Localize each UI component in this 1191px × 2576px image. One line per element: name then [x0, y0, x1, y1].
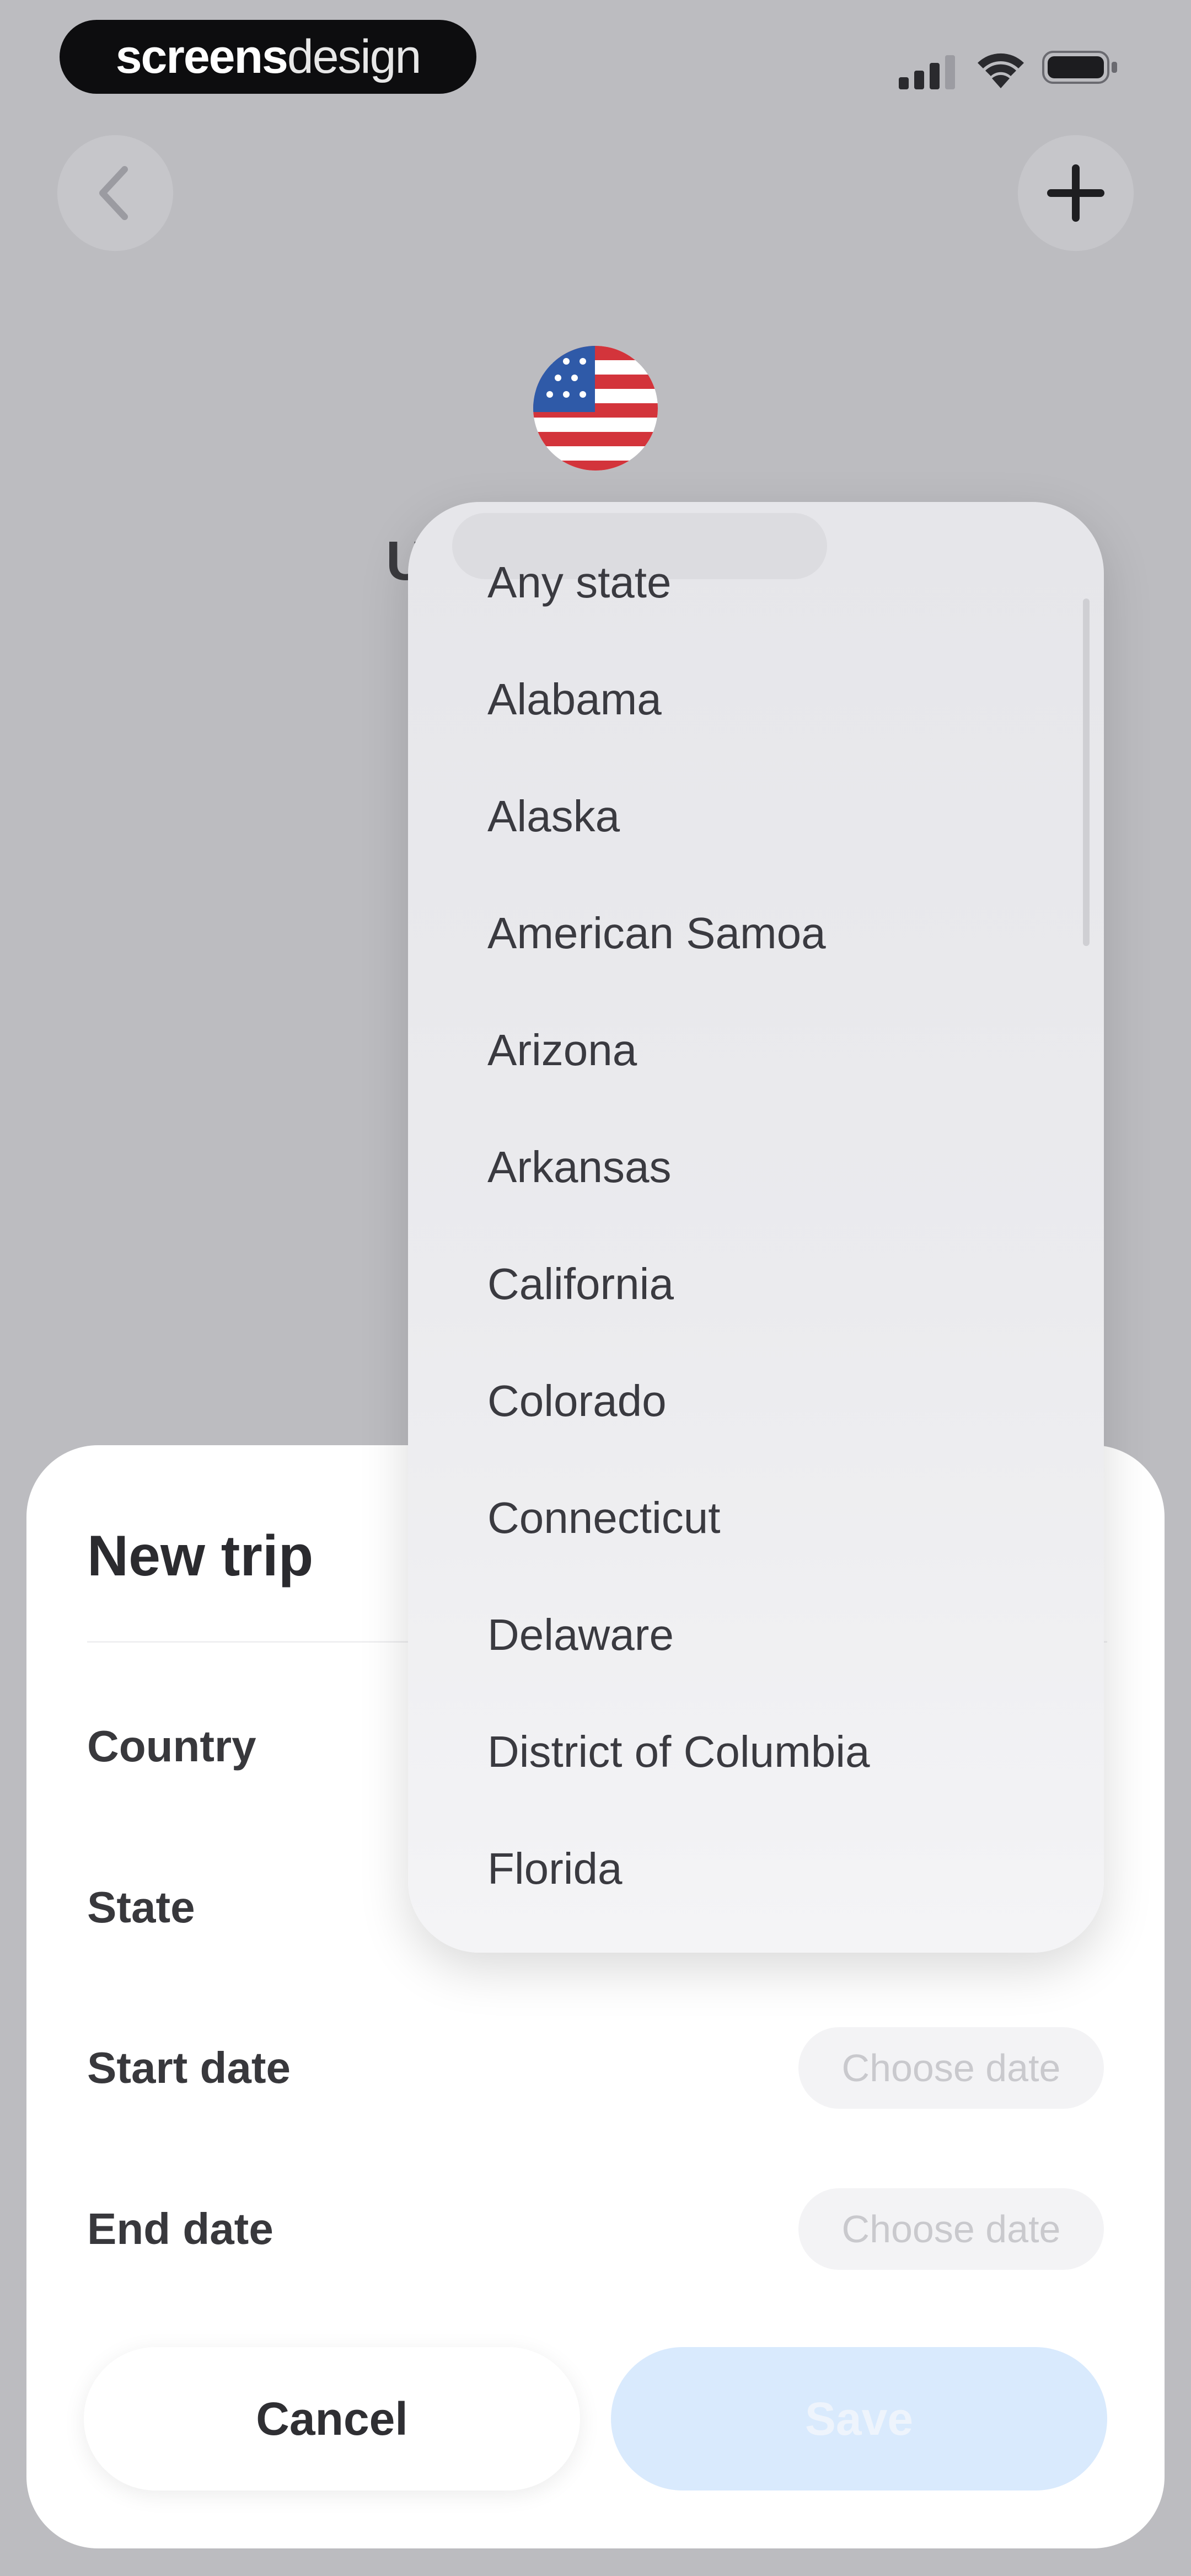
- dropdown-item[interactable]: Delaware: [487, 1610, 674, 1660]
- country-label: Country: [87, 1722, 256, 1771]
- dropdown-item[interactable]: American Samoa: [487, 908, 826, 959]
- state-label: State: [87, 1883, 195, 1932]
- dropdown-item[interactable]: Connecticut: [487, 1493, 720, 1543]
- dropdown-scrollbar[interactable]: [1083, 598, 1090, 946]
- brand-light-text: design: [287, 30, 421, 83]
- battery-icon: [1042, 50, 1119, 85]
- start-date-picker[interactable]: Choose date: [798, 2027, 1104, 2109]
- signal-icon: [899, 51, 959, 89]
- sheet-title: New trip: [87, 1524, 314, 1588]
- start-date-label: Start date: [87, 2043, 291, 2092]
- dropdown-item[interactable]: Alabama: [487, 674, 662, 725]
- end-date-picker[interactable]: Choose date: [798, 2188, 1104, 2270]
- cancel-button[interactable]: Cancel: [84, 2347, 580, 2491]
- chevron-left-icon: [99, 166, 128, 220]
- end-date-label: End date: [87, 2204, 273, 2253]
- save-button[interactable]: Save: [611, 2347, 1107, 2491]
- plus-icon: [1047, 164, 1104, 222]
- add-button[interactable]: [1018, 135, 1134, 251]
- dropdown-item[interactable]: Alaska: [487, 791, 620, 842]
- brand-badge: screens design: [60, 20, 476, 94]
- state-dropdown[interactable]: Any state Alabama Alaska American Samoa Ariz…: [408, 502, 1104, 1953]
- wifi-icon: [973, 45, 1028, 89]
- dropdown-item[interactable]: Florida: [487, 1843, 623, 1894]
- brand-bold-text: screens: [115, 30, 288, 83]
- back-button[interactable]: [57, 135, 173, 251]
- dropdown-item[interactable]: Any state: [487, 557, 672, 608]
- dropdown-item[interactable]: California: [487, 1259, 674, 1310]
- dropdown-item[interactable]: Arkansas: [487, 1142, 671, 1193]
- us-flag-icon: [533, 346, 658, 471]
- dropdown-item[interactable]: Arizona: [487, 1025, 637, 1076]
- dropdown-item[interactable]: Colorado: [487, 1376, 667, 1426]
- dropdown-item[interactable]: District of Columbia: [487, 1727, 870, 1777]
